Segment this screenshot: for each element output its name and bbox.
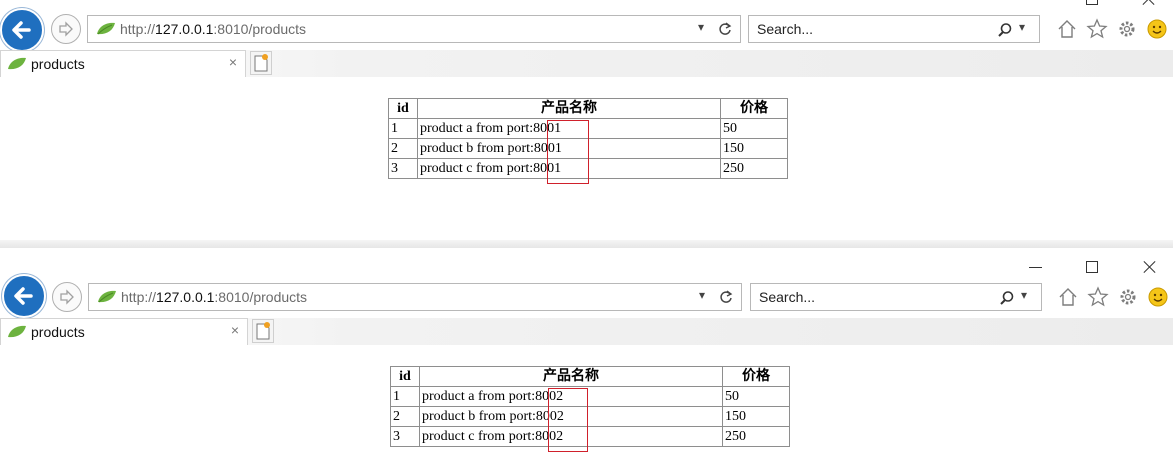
browser-window-2: http://127.0.0.1:8010/products ▾ Search.… <box>0 248 1173 471</box>
back-arrow-icon <box>14 287 33 305</box>
forward-button[interactable] <box>51 14 81 44</box>
products-table: id 产品名称 价格 1 product a from port:8002 50… <box>390 366 790 447</box>
url-host: 127.0.0.1 <box>155 21 214 37</box>
url-host: 127.0.0.1 <box>156 289 215 305</box>
tab-title: products <box>31 324 85 340</box>
table-row: 1 product a from port:8002 50 <box>390 386 790 407</box>
spring-leaf-icon <box>8 57 26 70</box>
product-label: product b from port: <box>422 409 536 424</box>
gear-icon[interactable] <box>1116 18 1138 40</box>
spring-leaf-icon <box>97 22 115 35</box>
cell-id: 1 <box>388 118 418 139</box>
port-highlight-box <box>548 388 588 452</box>
url-scheme: http:// <box>120 21 156 37</box>
search-box[interactable]: Search... ▾ <box>750 283 1042 311</box>
gear-icon[interactable] <box>1117 286 1139 308</box>
refresh-icon[interactable] <box>719 290 733 304</box>
forward-button[interactable] <box>52 282 82 312</box>
tab-title: products <box>31 56 85 72</box>
address-bar[interactable]: http://127.0.0.1:8010/products ▾ <box>87 15 741 43</box>
star-icon[interactable] <box>1086 18 1108 40</box>
new-tab-button[interactable] <box>250 51 272 75</box>
header-id: id <box>390 366 420 387</box>
back-arrow-icon <box>12 21 31 39</box>
close-icon[interactable] <box>1140 0 1158 8</box>
maximize-icon[interactable] <box>1083 0 1101 8</box>
url-path: :8010/products <box>213 21 307 37</box>
cell-price: 250 <box>722 426 790 447</box>
address-bar[interactable]: http://127.0.0.1:8010/products ▾ <box>88 283 742 311</box>
smiley-icon[interactable] <box>1146 18 1168 40</box>
table-header-row: id 产品名称 价格 <box>390 366 790 387</box>
product-label: product c from port: <box>420 161 534 176</box>
new-tab-icon <box>254 54 268 72</box>
home-icon[interactable] <box>1057 286 1079 308</box>
cell-price: 50 <box>722 386 790 407</box>
minimize-icon[interactable] <box>1027 258 1045 276</box>
tab-products[interactable]: products × <box>0 50 246 77</box>
header-name: 产品名称 <box>419 366 723 387</box>
title-bar <box>0 248 1173 273</box>
search-placeholder: Search... <box>757 21 814 37</box>
search-icon[interactable] <box>997 22 1013 38</box>
cell-id: 3 <box>390 426 420 447</box>
title-bar <box>0 0 1173 10</box>
star-icon[interactable] <box>1087 286 1109 308</box>
spring-leaf-icon <box>8 325 26 338</box>
search-icon[interactable] <box>999 290 1015 306</box>
address-url: http://127.0.0.1:8010/products <box>121 289 307 305</box>
search-box[interactable]: Search... ▾ <box>748 15 1040 43</box>
cell-id: 1 <box>390 386 420 407</box>
browser-window-1: http://127.0.0.1:8010/products ▾ Search.… <box>0 0 1173 240</box>
close-icon[interactable] <box>1141 258 1159 276</box>
window-separator <box>0 240 1173 248</box>
back-button[interactable] <box>0 8 44 52</box>
forward-arrow-icon <box>59 21 73 37</box>
address-url: http://127.0.0.1:8010/products <box>120 21 306 37</box>
cell-price: 150 <box>720 138 788 159</box>
tab-close-icon[interactable]: × <box>229 54 237 70</box>
cell-price: 250 <box>720 158 788 179</box>
product-label: product a from port: <box>420 121 534 136</box>
header-name: 产品名称 <box>417 98 721 119</box>
new-tab-icon <box>256 322 270 340</box>
chevron-down-icon[interactable]: ▾ <box>698 20 704 34</box>
cell-id: 3 <box>388 158 418 179</box>
home-icon[interactable] <box>1056 18 1078 40</box>
table-row: 2 product b from port:8002 150 <box>390 406 790 427</box>
chevron-down-icon[interactable]: ▾ <box>699 288 705 302</box>
new-tab-button[interactable] <box>252 319 274 343</box>
tab-close-icon[interactable]: × <box>231 322 239 338</box>
maximize-icon[interactable] <box>1083 258 1101 276</box>
url-path: :8010/products <box>214 289 308 305</box>
product-label: product b from port: <box>420 141 534 156</box>
minimize-icon[interactable] <box>1025 0 1043 8</box>
search-dropdown-icon[interactable]: ▾ <box>1019 20 1025 34</box>
product-label: product c from port: <box>422 429 536 444</box>
product-label: product a from port: <box>422 389 536 404</box>
port-highlight-box <box>547 120 589 184</box>
spring-leaf-icon <box>98 290 116 303</box>
cell-price: 150 <box>722 406 790 427</box>
table-row: 3 product c from port:8002 250 <box>390 426 790 447</box>
back-button[interactable] <box>2 274 46 318</box>
forward-arrow-icon <box>60 289 74 305</box>
search-dropdown-icon[interactable]: ▾ <box>1021 288 1027 302</box>
cell-id: 2 <box>390 406 420 427</box>
header-price: 价格 <box>720 98 788 119</box>
url-scheme: http:// <box>121 289 157 305</box>
header-id: id <box>388 98 418 119</box>
header-price: 价格 <box>722 366 790 387</box>
cell-price: 50 <box>720 118 788 139</box>
search-placeholder: Search... <box>759 289 816 305</box>
refresh-icon[interactable] <box>718 22 732 36</box>
cell-id: 2 <box>388 138 418 159</box>
table-header-row: id 产品名称 价格 <box>388 98 788 119</box>
smiley-icon[interactable] <box>1147 286 1169 308</box>
tab-products[interactable]: products × <box>0 318 248 345</box>
